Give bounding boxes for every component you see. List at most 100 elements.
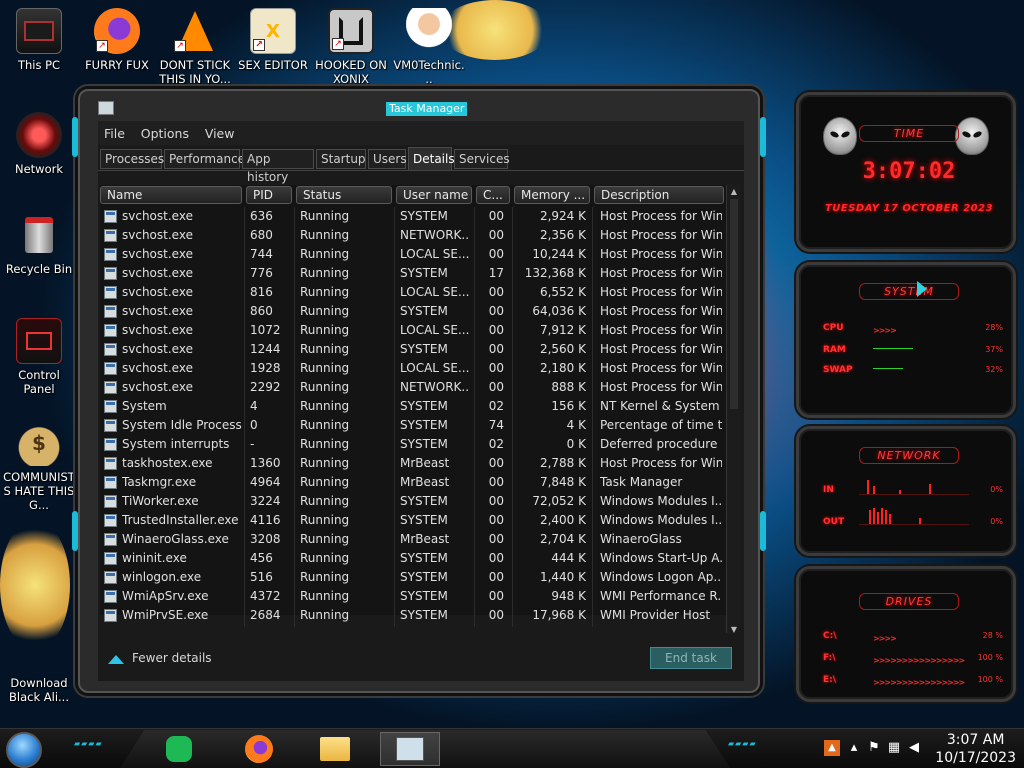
tab-processes[interactable]: Processes <box>100 149 164 169</box>
cell-status: Running <box>300 342 350 356</box>
cell-description: WinaeroGlass <box>600 532 682 546</box>
cell-status: Running <box>300 266 350 280</box>
desktop-icon-network[interactable]: Network <box>2 112 76 176</box>
table-row[interactable]: TrustedInstaller.exe 4116 Running SYSTEM 00 2… <box>100 511 726 530</box>
tab-startup[interactable]: Startup <box>316 149 366 169</box>
start-button[interactable] <box>6 732 42 768</box>
column-header-name[interactable]: Name <box>100 186 242 204</box>
desktop-icon-this-pc[interactable]: This PC <box>2 8 76 72</box>
taskbar-app-firefox[interactable] <box>242 732 276 766</box>
table-row[interactable]: svchost.exe 1072 Running LOCAL SE... 00 7,912… <box>100 321 726 340</box>
table-row[interactable]: svchost.exe 2292 Running NETWORK... 00 888 K H… <box>100 378 726 397</box>
cell-cpu: 00 <box>488 247 504 261</box>
table-row[interactable]: svchost.exe 816 Running LOCAL SE... 00 6,552 … <box>100 283 726 302</box>
system-gadget[interactable]: SYSTEM CPU >>>> 28% RAM 37% SWAP 32% <box>796 262 1016 418</box>
tab-details[interactable]: Details <box>408 147 455 170</box>
column-header-pid[interactable]: PID <box>246 186 292 204</box>
alien-head-icon <box>823 117 857 155</box>
process-icon <box>104 267 117 280</box>
desktop-icon-communists[interactable]: $ COMMUNISTS HATE THIS G... <box>2 420 76 512</box>
taskbar-app-spotify[interactable] <box>162 732 196 766</box>
tab-app-history[interactable]: App history <box>242 149 314 184</box>
desktop-icon-furry-fux[interactable]: ↗ FURRY FUX <box>80 8 154 72</box>
tab-services[interactable]: Services <box>454 149 510 169</box>
tray-app-icon[interactable]: ▲ <box>824 740 840 756</box>
column-header-user-name[interactable]: User name <box>396 186 472 204</box>
table-row[interactable]: svchost.exe 680 Running NETWORK... 00 2,356 K… <box>100 226 726 245</box>
cell-status: Running <box>300 589 350 603</box>
column-header-memory[interactable]: Memory ... <box>514 186 590 204</box>
table-row[interactable]: svchost.exe 744 Running LOCAL SE... 00 10,244… <box>100 245 726 264</box>
time-gadget[interactable]: TIME 3:07:02 TUESDAY 17 OCTOBER 2023 <box>796 92 1016 252</box>
menu-view[interactable]: View <box>199 121 241 141</box>
desktop-icon-download-black-ali[interactable]: Download Black Ali... <box>2 628 76 704</box>
table-row[interactable]: TiWorker.exe 3224 Running SYSTEM 00 72,052 K W… <box>100 492 726 511</box>
ram-stat: RAM 37% <box>823 345 1003 357</box>
desktop-icon-dont-stick[interactable]: ↗ DONT STICK THIS IN YO... <box>158 8 232 86</box>
cell-memory: 10,244 K <box>532 247 586 261</box>
table-row[interactable]: svchost.exe 860 Running SYSTEM 00 64,036 K Hos… <box>100 302 726 321</box>
desktop-icon-sex-editor[interactable]: X ↗ SEX EDITOR <box>236 8 310 72</box>
cell-cpu: 00 <box>488 475 504 489</box>
network-in-value: 0% <box>990 485 1003 494</box>
process-icon <box>104 210 117 223</box>
taskbar-clock[interactable]: 3:07 AM 10/17/2023 <box>935 731 1016 767</box>
network-icon[interactable]: ▦ <box>886 740 902 756</box>
menu-file[interactable]: File <box>98 121 131 141</box>
menu-options[interactable]: Options <box>135 121 195 141</box>
table-row[interactable]: svchost.exe 776 Running SYSTEM 17 132,368 K Ho… <box>100 264 726 283</box>
table-row[interactable]: System interrupts - Running SYSTEM 02 0 K Defe… <box>100 435 726 454</box>
table-row[interactable]: WmiPrvSE.exe 2684 Running SYSTEM 00 17,968 K W… <box>100 606 726 625</box>
table-row[interactable]: svchost.exe 1928 Running LOCAL SE... 00 2,180… <box>100 359 726 378</box>
cell-status: Running <box>300 304 350 318</box>
tray-chevron-icon[interactable]: ▴ <box>846 740 862 756</box>
table-row[interactable]: svchost.exe 636 Running SYSTEM 00 2,924 K Host… <box>100 207 726 226</box>
cell-pid: 516 <box>250 570 273 584</box>
cell-status: Running <box>300 437 350 451</box>
end-task-button[interactable]: End task <box>650 647 732 669</box>
desktop-icon-control-panel[interactable]: Control Panel <box>2 318 76 396</box>
scroll-thumb[interactable] <box>730 199 738 409</box>
drives-gadget[interactable]: DRIVES C:\ >>>> 28 % F:\ >>>>>>>>>>>>>>>… <box>796 566 1016 702</box>
cell-description: Host Process for Win... <box>600 380 722 394</box>
table-row[interactable]: taskhostex.exe 1360 Running MrBeast 00 2,788 … <box>100 454 726 473</box>
table-row[interactable]: WmiApSrv.exe 4372 Running SYSTEM 00 948 K WMI … <box>100 587 726 606</box>
cell-name: System <box>122 399 167 413</box>
cell-status: Running <box>300 399 350 413</box>
title-bar[interactable]: Task Manager <box>86 95 752 121</box>
flag-icon[interactable]: ⚑ <box>866 740 882 756</box>
cell-memory: 2,560 K <box>539 342 586 356</box>
task-manager-window[interactable]: Task Manager File Options View Processes… <box>72 89 766 693</box>
network-gadget[interactable]: NETWORK IN 0% OUT 0% <box>796 426 1016 556</box>
cell-user: SYSTEM <box>400 418 448 432</box>
table-row[interactable]: System 4 Running SYSTEM 02 156 K NT Kernel & S… <box>100 397 726 416</box>
fewer-details-link[interactable]: Fewer details <box>108 651 212 665</box>
desktop-icon-hooked-on-xonix[interactable]: ↗ HOOKED ON XONIX <box>314 8 388 86</box>
cell-cpu: 00 <box>488 304 504 318</box>
cell-description: Host Process for Win... <box>600 285 722 299</box>
tab-performance[interactable]: Performance <box>164 149 245 169</box>
table-row[interactable]: wininit.exe 456 Running SYSTEM 00 444 K Window… <box>100 549 726 568</box>
desktop-icon-recycle-bin[interactable]: Recycle Bin <box>2 212 76 276</box>
table-row[interactable]: Taskmgr.exe 4964 Running MrBeast 00 7,848 K Ta… <box>100 473 726 492</box>
desktop-icon-vm0technic[interactable]: VM0Technic... <box>392 8 466 86</box>
tab-users[interactable]: Users <box>368 149 407 169</box>
cell-name: Taskmgr.exe <box>122 475 197 489</box>
vertical-scrollbar[interactable]: ▲ ▼ <box>726 185 740 637</box>
table-row[interactable]: svchost.exe 1244 Running SYSTEM 00 2,560 K Hos… <box>100 340 726 359</box>
taskbar-app-file-explorer[interactable] <box>318 732 352 766</box>
scroll-up-arrow-icon[interactable]: ▲ <box>729 187 739 197</box>
taskbar: ▰▰▰▰ ▰▰▰▰ ▲ ▴ ⚑ ▦ ◀ 3:07 AM 10/17/2023 <box>0 728 1024 768</box>
cell-user: SYSTEM <box>400 494 448 508</box>
taskbar-app-task-manager[interactable] <box>380 732 440 766</box>
column-header-description[interactable]: Description <box>594 186 724 204</box>
column-header-cpu[interactable]: C... <box>476 186 510 204</box>
column-header-status[interactable]: Status <box>296 186 392 204</box>
table-row[interactable]: WinaeroGlass.exe 3208 Running MrBeast 00 2,70… <box>100 530 726 549</box>
volume-icon[interactable]: ◀ <box>906 740 922 756</box>
table-row[interactable]: System Idle Process 0 Running SYSTEM 74 4 K Pe… <box>100 416 726 435</box>
cell-user: SYSTEM <box>400 589 448 603</box>
cell-memory: 2,400 K <box>539 513 586 527</box>
table-row[interactable]: winlogon.exe 516 Running SYSTEM 00 1,440 K Win… <box>100 568 726 587</box>
cell-cpu: 00 <box>488 513 504 527</box>
